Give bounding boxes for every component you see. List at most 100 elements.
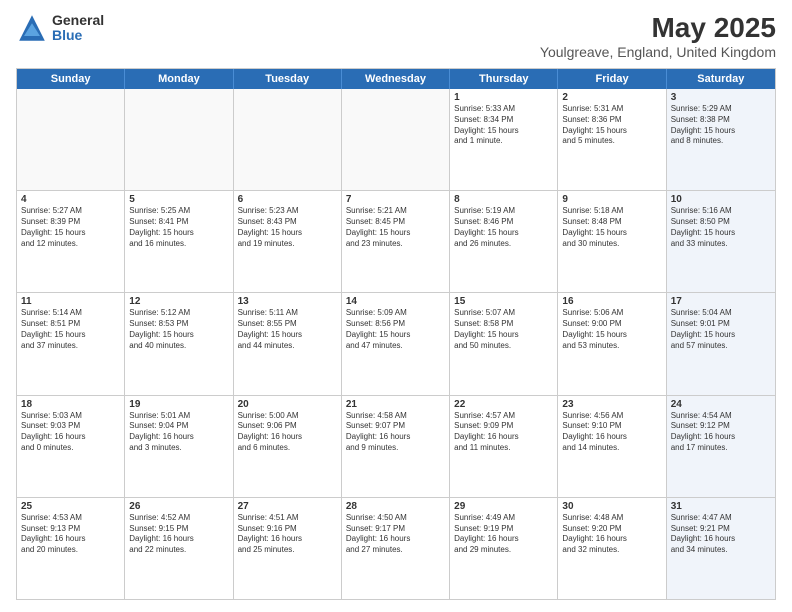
day-number: 4 [21,194,120,205]
cell-info: Sunrise: 5:12 AM Sunset: 8:53 PM Dayligh… [129,308,228,351]
main-title: May 2025 [540,12,776,44]
day-number: 15 [454,296,553,307]
cell-info: Sunrise: 4:52 AM Sunset: 9:15 PM Dayligh… [129,513,228,556]
cell-info: Sunrise: 4:56 AM Sunset: 9:10 PM Dayligh… [562,411,661,454]
cell-info: Sunrise: 5:06 AM Sunset: 9:00 PM Dayligh… [562,308,661,351]
cal-cell-24: 24Sunrise: 4:54 AM Sunset: 9:12 PM Dayli… [667,396,775,497]
cal-cell-5: 5Sunrise: 5:25 AM Sunset: 8:41 PM Daylig… [125,191,233,292]
cal-header-friday: Friday [558,69,666,89]
cal-cell-29: 29Sunrise: 4:49 AM Sunset: 9:19 PM Dayli… [450,498,558,599]
cal-cell-21: 21Sunrise: 4:58 AM Sunset: 9:07 PM Dayli… [342,396,450,497]
cal-cell-empty-2 [234,89,342,190]
cell-info: Sunrise: 5:04 AM Sunset: 9:01 PM Dayligh… [671,308,771,351]
cell-info: Sunrise: 4:47 AM Sunset: 9:21 PM Dayligh… [671,513,771,556]
day-number: 16 [562,296,661,307]
cal-week-1: 1Sunrise: 5:33 AM Sunset: 8:34 PM Daylig… [17,89,775,191]
cell-info: Sunrise: 5:14 AM Sunset: 8:51 PM Dayligh… [21,308,120,351]
calendar: SundayMondayTuesdayWednesdayThursdayFrid… [16,68,776,600]
cell-info: Sunrise: 5:31 AM Sunset: 8:36 PM Dayligh… [562,104,661,147]
cell-info: Sunrise: 4:53 AM Sunset: 9:13 PM Dayligh… [21,513,120,556]
cal-week-4: 18Sunrise: 5:03 AM Sunset: 9:03 PM Dayli… [17,396,775,498]
cal-cell-31: 31Sunrise: 4:47 AM Sunset: 9:21 PM Dayli… [667,498,775,599]
day-number: 18 [21,399,120,410]
cell-info: Sunrise: 5:19 AM Sunset: 8:46 PM Dayligh… [454,206,553,249]
cal-cell-2: 2Sunrise: 5:31 AM Sunset: 8:36 PM Daylig… [558,89,666,190]
cal-week-2: 4Sunrise: 5:27 AM Sunset: 8:39 PM Daylig… [17,191,775,293]
cal-header-tuesday: Tuesday [234,69,342,89]
cal-header-thursday: Thursday [450,69,558,89]
cell-info: Sunrise: 5:11 AM Sunset: 8:55 PM Dayligh… [238,308,337,351]
day-number: 25 [21,501,120,512]
cell-info: Sunrise: 5:18 AM Sunset: 8:48 PM Dayligh… [562,206,661,249]
day-number: 22 [454,399,553,410]
cal-cell-25: 25Sunrise: 4:53 AM Sunset: 9:13 PM Dayli… [17,498,125,599]
cal-header-saturday: Saturday [667,69,775,89]
logo: General Blue [16,12,104,44]
cal-cell-9: 9Sunrise: 5:18 AM Sunset: 8:48 PM Daylig… [558,191,666,292]
day-number: 2 [562,92,661,103]
cal-cell-26: 26Sunrise: 4:52 AM Sunset: 9:15 PM Dayli… [125,498,233,599]
day-number: 20 [238,399,337,410]
day-number: 29 [454,501,553,512]
cal-week-5: 25Sunrise: 4:53 AM Sunset: 9:13 PM Dayli… [17,498,775,599]
day-number: 31 [671,501,771,512]
cal-cell-19: 19Sunrise: 5:01 AM Sunset: 9:04 PM Dayli… [125,396,233,497]
cal-cell-28: 28Sunrise: 4:50 AM Sunset: 9:17 PM Dayli… [342,498,450,599]
day-number: 19 [129,399,228,410]
cal-header-sunday: Sunday [17,69,125,89]
cal-week-3: 11Sunrise: 5:14 AM Sunset: 8:51 PM Dayli… [17,293,775,395]
cell-info: Sunrise: 4:48 AM Sunset: 9:20 PM Dayligh… [562,513,661,556]
day-number: 13 [238,296,337,307]
cell-info: Sunrise: 5:16 AM Sunset: 8:50 PM Dayligh… [671,206,771,249]
cal-header-monday: Monday [125,69,233,89]
page: General Blue May 2025 Youlgreave, Englan… [0,0,792,612]
logo-blue-text: Blue [52,28,104,43]
cell-info: Sunrise: 5:01 AM Sunset: 9:04 PM Dayligh… [129,411,228,454]
cell-info: Sunrise: 4:51 AM Sunset: 9:16 PM Dayligh… [238,513,337,556]
day-number: 17 [671,296,771,307]
day-number: 5 [129,194,228,205]
day-number: 6 [238,194,337,205]
cal-cell-13: 13Sunrise: 5:11 AM Sunset: 8:55 PM Dayli… [234,293,342,394]
cal-cell-23: 23Sunrise: 4:56 AM Sunset: 9:10 PM Dayli… [558,396,666,497]
title-block: May 2025 Youlgreave, England, United Kin… [540,12,776,60]
cal-cell-empty-1 [125,89,233,190]
cal-cell-18: 18Sunrise: 5:03 AM Sunset: 9:03 PM Dayli… [17,396,125,497]
logo-icon [16,12,48,44]
subtitle: Youlgreave, England, United Kingdom [540,44,776,60]
cal-cell-16: 16Sunrise: 5:06 AM Sunset: 9:00 PM Dayli… [558,293,666,394]
cal-cell-17: 17Sunrise: 5:04 AM Sunset: 9:01 PM Dayli… [667,293,775,394]
day-number: 1 [454,92,553,103]
cell-info: Sunrise: 5:00 AM Sunset: 9:06 PM Dayligh… [238,411,337,454]
logo-text: General Blue [52,13,104,44]
cell-info: Sunrise: 5:07 AM Sunset: 8:58 PM Dayligh… [454,308,553,351]
cal-cell-3: 3Sunrise: 5:29 AM Sunset: 8:38 PM Daylig… [667,89,775,190]
day-number: 7 [346,194,445,205]
cal-cell-1: 1Sunrise: 5:33 AM Sunset: 8:34 PM Daylig… [450,89,558,190]
cal-cell-6: 6Sunrise: 5:23 AM Sunset: 8:43 PM Daylig… [234,191,342,292]
day-number: 23 [562,399,661,410]
day-number: 28 [346,501,445,512]
cal-cell-empty-0 [17,89,125,190]
cal-cell-15: 15Sunrise: 5:07 AM Sunset: 8:58 PM Dayli… [450,293,558,394]
cal-cell-8: 8Sunrise: 5:19 AM Sunset: 8:46 PM Daylig… [450,191,558,292]
day-number: 14 [346,296,445,307]
cal-cell-20: 20Sunrise: 5:00 AM Sunset: 9:06 PM Dayli… [234,396,342,497]
calendar-header: SundayMondayTuesdayWednesdayThursdayFrid… [17,69,775,89]
day-number: 8 [454,194,553,205]
cal-cell-10: 10Sunrise: 5:16 AM Sunset: 8:50 PM Dayli… [667,191,775,292]
header: General Blue May 2025 Youlgreave, Englan… [16,12,776,60]
cal-cell-22: 22Sunrise: 4:57 AM Sunset: 9:09 PM Dayli… [450,396,558,497]
cell-info: Sunrise: 5:29 AM Sunset: 8:38 PM Dayligh… [671,104,771,147]
cal-cell-12: 12Sunrise: 5:12 AM Sunset: 8:53 PM Dayli… [125,293,233,394]
cal-header-wednesday: Wednesday [342,69,450,89]
day-number: 9 [562,194,661,205]
day-number: 12 [129,296,228,307]
day-number: 21 [346,399,445,410]
day-number: 11 [21,296,120,307]
cell-info: Sunrise: 4:50 AM Sunset: 9:17 PM Dayligh… [346,513,445,556]
cal-cell-empty-3 [342,89,450,190]
day-number: 3 [671,92,771,103]
cal-cell-7: 7Sunrise: 5:21 AM Sunset: 8:45 PM Daylig… [342,191,450,292]
cell-info: Sunrise: 5:09 AM Sunset: 8:56 PM Dayligh… [346,308,445,351]
